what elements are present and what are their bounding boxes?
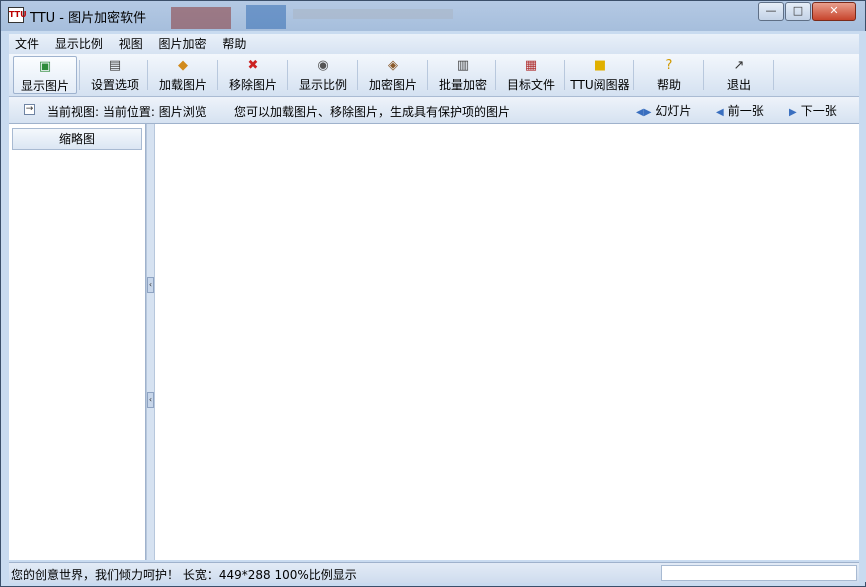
background-blur [293, 9, 453, 19]
toolbar-button-label: 显示比例 [298, 78, 347, 92]
slideshow-icon: ◀▶ [636, 107, 652, 118]
menu-bar: 文件 显示比例 视图 图片加密 帮助 [9, 34, 859, 54]
close-button[interactable]: ✕ [812, 2, 856, 21]
toolbar-separator [495, 60, 496, 90]
toolbar-separator [773, 60, 774, 90]
collapse-left-icon[interactable]: ‹ [147, 277, 154, 293]
toolbar-button-zoom[interactable]: ◉ 显示比例 [291, 56, 355, 94]
toolbar-button-label: 加密图片 [368, 78, 417, 92]
title-bar[interactable]: TTU TTU - 图片加密软件 — □ ✕ [1, 1, 865, 31]
toolbar-button-label: 移除图片 [228, 78, 277, 92]
toolbar-button-label: 设置选项 [90, 78, 139, 92]
thumbnail-panel[interactable]: 缩略图 [9, 124, 146, 560]
image-icon: ▣ [38, 59, 52, 74]
toolbar-separator [79, 60, 80, 90]
menu-file[interactable]: 文件 [9, 34, 45, 54]
toolbar-separator [633, 60, 634, 90]
hint-text: 您可以加载图片、移除图片，生成具有保护项的图片 [234, 105, 511, 119]
expand-icon[interactable]: → [24, 104, 35, 115]
maximize-button[interactable]: □ [785, 2, 811, 21]
current-view-label: 当前视图: 当前位置: 图片浏览 [47, 105, 207, 119]
toolbar-button-image[interactable]: ▣ 显示图片 [13, 56, 77, 94]
menu-help[interactable]: 帮助 [216, 34, 252, 54]
menu-encrypt[interactable]: 图片加密 [153, 34, 213, 54]
toolbar: ▣ 显示图片 ▤ 设置选项 ◆ 加载图片 ✖ 移除图片 ◉ 显示比例 ◈ 加密图片 ▥ 批量加密 ▦ 目标文件… [9, 54, 859, 97]
menu-zoom[interactable]: 显示比例 [49, 34, 109, 54]
status-progress-panel [661, 565, 857, 581]
prev-label: 前一张 [727, 104, 764, 118]
help-icon: ? [665, 58, 673, 73]
exit-icon: ↗ [733, 58, 745, 73]
panel-splitter[interactable]: ‹ ‹ [146, 124, 155, 560]
zoom-icon: ◉ [317, 58, 329, 73]
collapse-left-icon[interactable]: ‹ [147, 392, 154, 408]
nav-bar: → 当前视图: 当前位置: 图片浏览 您可以加载图片、移除图片，生成具有保护项的… [9, 97, 859, 124]
window-frame-right [859, 31, 866, 582]
menu-view[interactable]: 视图 [113, 34, 149, 54]
next-label: 下一张 [800, 104, 837, 118]
window-title: TTU - 图片加密软件 [30, 11, 147, 26]
toolbar-button-label: 退出 [726, 78, 751, 92]
window-frame-left [1, 31, 9, 582]
toolbar-button-label: 显示图片 [20, 79, 69, 93]
toolbar-separator [147, 60, 148, 90]
slideshow-label: 幻灯片 [655, 104, 692, 118]
toolbar-button-target-file[interactable]: ▦ 目标文件 [499, 56, 563, 94]
toolbar-button-label: TTU阅图器 [570, 78, 630, 92]
toolbar-button-encrypt[interactable]: ◈ 加密图片 [361, 56, 425, 94]
slideshow-button[interactable]: ◀▶ 幻灯片 [636, 102, 691, 119]
toolbar-button-exit[interactable]: ↗ 退出 [707, 56, 771, 94]
toolbar-separator [287, 60, 288, 90]
minimize-button[interactable]: — [758, 2, 784, 21]
toolbar-button-settings[interactable]: ▤ 设置选项 [83, 56, 147, 94]
thumbnail-header[interactable]: 缩略图 [12, 128, 142, 150]
toolbar-button-label: 帮助 [656, 78, 681, 92]
toolbar-separator [703, 60, 704, 90]
next-icon: ▶ [789, 107, 797, 118]
toolbar-separator [427, 60, 428, 90]
prev-icon: ◀ [716, 107, 724, 118]
toolbar-button-remove[interactable]: ✖ 移除图片 [221, 56, 285, 94]
toolbar-button-help[interactable]: ? 帮助 [637, 56, 701, 94]
encrypt-icon: ◈ [388, 58, 398, 73]
toolbar-button-label: 批量加密 [438, 78, 487, 92]
load-icon: ◆ [178, 58, 188, 73]
image-viewer[interactable] [155, 124, 859, 560]
ttu-viewer-icon: ■ [593, 58, 607, 73]
toolbar-button-ttu-viewer[interactable]: ■ TTU阅图器 [568, 56, 632, 94]
status-bar: 您的创意世界，我们倾力呵护！ 长宽：449*288 100%比例显示 [9, 562, 859, 583]
toolbar-button-batch[interactable]: ▥ 批量加密 [431, 56, 495, 94]
toolbar-separator [217, 60, 218, 90]
toolbar-button-label: 目标文件 [506, 78, 555, 92]
background-blur [246, 5, 286, 29]
toolbar-separator [357, 60, 358, 90]
app-window: TTU TTU - 图片加密软件 — □ ✕ 文件 显示比例 视图 图片加密 帮… [0, 0, 866, 587]
toolbar-button-label: 加载图片 [158, 78, 207, 92]
settings-icon: ▤ [108, 58, 122, 73]
remove-icon: ✖ [247, 58, 259, 73]
toolbar-separator [564, 60, 565, 90]
toolbar-button-load[interactable]: ◆ 加载图片 [151, 56, 215, 94]
background-blur [171, 7, 231, 29]
app-icon: TTU [8, 7, 27, 23]
target-file-icon: ▦ [524, 58, 538, 73]
prev-button[interactable]: ◀ 前一张 [716, 102, 764, 119]
batch-icon: ▥ [456, 58, 470, 73]
status-text: 您的创意世界，我们倾力呵护！ 长宽：449*288 100%比例显示 [11, 568, 357, 582]
next-button[interactable]: ▶ 下一张 [789, 102, 837, 119]
